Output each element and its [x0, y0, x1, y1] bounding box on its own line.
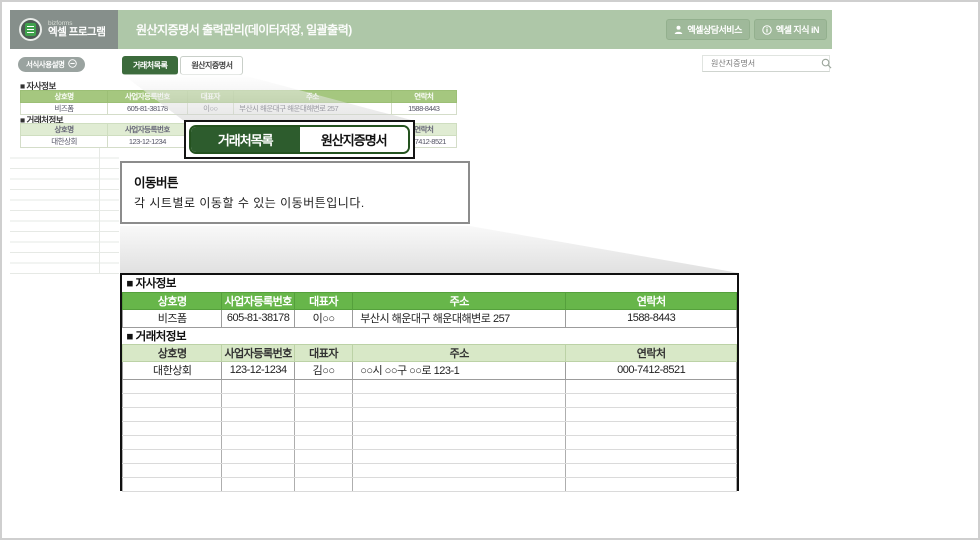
big-empty-row [121, 476, 737, 492]
search-input[interactable] [703, 59, 821, 68]
excel-consult-label: 엑셀상담서비스 [687, 25, 742, 35]
big-cell-client-bizno: 123-12-1234 [221, 360, 295, 380]
big-empty-row [121, 378, 737, 394]
sheet-gridlines [10, 148, 119, 274]
big-cell-client-ceo: 김○○ [293, 360, 354, 380]
cell-company-contact[interactable]: 1588-8443 [390, 102, 458, 115]
magnified-tab-client-list: 거래처목록 [191, 127, 300, 152]
magnified-tab-certificate: 원산지증명서 [299, 127, 408, 152]
big-cell-company-name: 비즈폼 [121, 308, 223, 328]
magnified-tabs-callout: 거래처목록 원산지증명서 [184, 120, 415, 159]
big-clients-section-title: ■ 거래처정보 [122, 327, 737, 344]
cell-client-name[interactable]: 대한상회 [19, 135, 109, 148]
mini-col-contact: 연락처 [390, 90, 458, 103]
big-empty-row [121, 420, 737, 436]
big-company-header-row: 상호명 사업자등록번호 대표자 주소 연락처 [121, 291, 737, 310]
tab-client-list[interactable]: 거래처목록 [122, 56, 179, 75]
big-cell-company-ceo: 이○○ [293, 308, 354, 328]
zoom-beam-table [120, 226, 739, 273]
big-empty-row [121, 392, 737, 408]
big-col-name: 상호명 [121, 343, 223, 362]
big-clients-data-row: 대한상회 123-12-1234 김○○ ○○시 ○○구 ○○로 123-1 0… [121, 360, 737, 380]
big-company-section-row: ■ 자사정보 [122, 275, 737, 292]
app-header: bizforms 엑셀 프로그램 원산지증명서 출력관리(데이터저장, 일괄출력… [10, 10, 832, 49]
magnified-sheet-table: ■ 자사정보 상호명 사업자등록번호 대표자 주소 연락처 비즈폼 605-81… [120, 273, 739, 492]
big-col-address: 주소 [352, 343, 567, 362]
mini-col-bizno: 사업자등록번호 [107, 123, 188, 136]
bizforms-logo[interactable]: bizforms 엑셀 프로그램 [10, 10, 118, 49]
big-col-name: 상호명 [121, 291, 223, 310]
search-box [702, 55, 832, 72]
excel-consult-button[interactable]: 엑셀상담서비스 [666, 19, 750, 40]
big-empty-row [121, 462, 737, 478]
big-cell-client-name: 대한상회 [121, 360, 223, 380]
big-empty-row [121, 448, 737, 464]
screenshot-canvas: bizforms 엑셀 프로그램 원산지증명서 출력관리(데이터저장, 일괄출력… [0, 0, 980, 540]
excel-knowledge-button[interactable]: 엑셀 지식 iN [753, 19, 827, 40]
header-buttons: 엑셀상담서비스 엑셀 지식 iN [666, 19, 827, 40]
cell-company-name[interactable]: 비즈폼 [19, 102, 109, 115]
big-company-section-title: ■ 자사정보 [122, 275, 737, 292]
big-col-ceo: 대표자 [293, 343, 354, 362]
callout-description-box: 이동버튼 각 시트별로 이동할 수 있는 이동버튼입니다. [120, 161, 470, 224]
sheet-gridline-vertical [99, 148, 100, 274]
minus-circle-icon [68, 59, 78, 70]
big-col-contact: 연락처 [565, 343, 737, 362]
big-clients-section-row: ■ 거래처정보 [122, 327, 737, 344]
info-icon [762, 24, 772, 35]
big-cell-client-address: ○○시 ○○구 ○○로 123-1 [352, 360, 567, 380]
mini-col-name: 상호명 [19, 90, 109, 103]
big-col-ceo: 대표자 [293, 291, 354, 310]
guide-button-label: 서식사용설명 [26, 60, 65, 69]
big-cell-company-address: 부산시 해운대구 해운대해변로 257 [352, 308, 567, 328]
big-col-contact: 연락처 [565, 291, 737, 310]
callout-description: 각 시트별로 이동할 수 있는 이동버튼입니다. [134, 196, 365, 210]
cell-client-bizno[interactable]: 123-12-1234 [107, 135, 188, 148]
excel-knowledge-label: 엑셀 지식 iN [775, 25, 820, 35]
big-empty-row [121, 434, 737, 450]
big-col-address: 주소 [352, 291, 567, 310]
big-cell-client-contact: 000-7412-8521 [565, 360, 737, 380]
person-icon [674, 25, 683, 34]
mini-col-name: 상호명 [19, 123, 109, 136]
big-cell-company-bizno: 605-81-38178 [221, 308, 295, 328]
big-company-data-row: 비즈폼 605-81-38178 이○○ 부산시 해운대구 해운대해변로 257… [121, 308, 737, 328]
big-clients-header-row: 상호명 사업자등록번호 대표자 주소 연락처 [121, 343, 737, 362]
sheet-tabs: 거래처목록 원산지증명서 [122, 56, 244, 75]
brand-text: bizforms 엑셀 프로그램 [48, 20, 106, 39]
search-icon[interactable] [821, 58, 832, 69]
callout-title: 이동버튼 [134, 176, 179, 190]
excel-logo-icon [19, 18, 42, 41]
page-title: 원산지증명서 출력관리(데이터저장, 일괄출력) [136, 23, 352, 37]
big-empty-row [121, 406, 737, 422]
big-col-bizno: 사업자등록번호 [221, 343, 295, 362]
brand-name-label: 엑셀 프로그램 [48, 26, 106, 39]
tab-certificate[interactable]: 원산지증명서 [180, 56, 244, 75]
big-col-bizno: 사업자등록번호 [221, 291, 295, 310]
big-cell-company-contact: 1588-8443 [565, 308, 737, 328]
guide-button[interactable]: 서식사용설명 [18, 57, 86, 72]
magnified-tabs-group: 거래처목록 원산지증명서 [189, 125, 410, 154]
